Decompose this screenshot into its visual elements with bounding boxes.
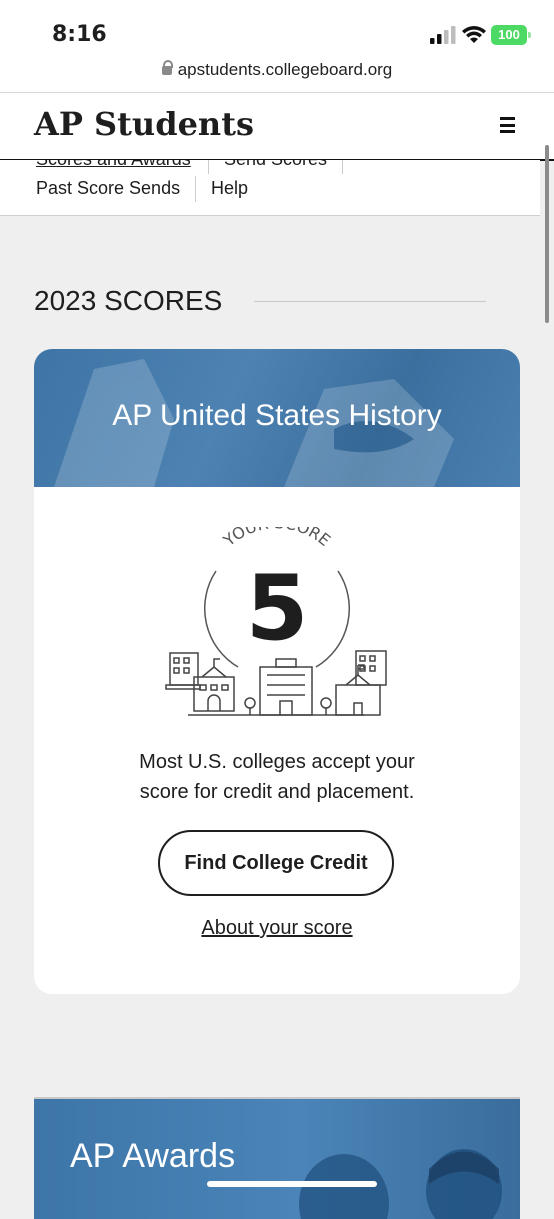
course-title: AP United States History bbox=[112, 399, 442, 432]
site-logo[interactable]: AP Students bbox=[34, 105, 254, 143]
awards-card[interactable]: AP Awards bbox=[34, 1097, 520, 1219]
card-hero: AP United States History bbox=[34, 349, 520, 487]
cellular-signal-icon bbox=[430, 26, 456, 44]
find-college-credit-button[interactable]: Find College Credit bbox=[158, 830, 394, 896]
site-header: AP Students bbox=[0, 93, 554, 161]
score-card: AP United States History YOUR SCORE bbox=[34, 349, 520, 994]
subnav-divider bbox=[208, 160, 209, 174]
scrollbar-thumb[interactable] bbox=[545, 145, 549, 323]
wifi-icon bbox=[462, 26, 486, 43]
subnav-send-scores[interactable]: Send Scores bbox=[224, 160, 327, 170]
clock: 8:16 bbox=[52, 22, 107, 47]
score-label: YOUR SCORE bbox=[219, 527, 334, 551]
description-line: score for credit and placement. bbox=[139, 781, 415, 803]
url-text: apstudents.collegeboard.org bbox=[177, 60, 393, 79]
address-bar[interactable]: apstudents.collegeboard.org bbox=[0, 60, 554, 93]
subnav-divider bbox=[195, 176, 196, 202]
section-title: 2023 SCORES bbox=[34, 285, 223, 316]
awards-title: AP Awards bbox=[70, 1137, 236, 1175]
subnav-past-score-sends[interactable]: Past Score Sends bbox=[36, 178, 180, 199]
sub-navigation: Scores and Awards Send Scores Past Score… bbox=[0, 160, 540, 216]
score-description: Most U.S. colleges accept your score for… bbox=[94, 747, 460, 807]
about-your-score-link[interactable]: About your score bbox=[34, 917, 520, 940]
hamburger-menu-icon[interactable] bbox=[500, 117, 515, 133]
subnav-help[interactable]: Help bbox=[211, 178, 248, 199]
section-divider bbox=[254, 301, 486, 302]
battery-icon: 100 bbox=[491, 25, 531, 45]
description-line: Most U.S. colleges accept your bbox=[139, 751, 415, 773]
status-bar: 8:16 100 bbox=[0, 0, 554, 60]
lock-icon bbox=[161, 60, 173, 75]
home-indicator bbox=[207, 1181, 377, 1187]
subnav-divider bbox=[342, 160, 343, 174]
subnav-scores-and-awards[interactable]: Scores and Awards bbox=[36, 160, 191, 170]
students-photo bbox=[299, 1149, 502, 1219]
score-value: 5 bbox=[245, 556, 309, 661]
